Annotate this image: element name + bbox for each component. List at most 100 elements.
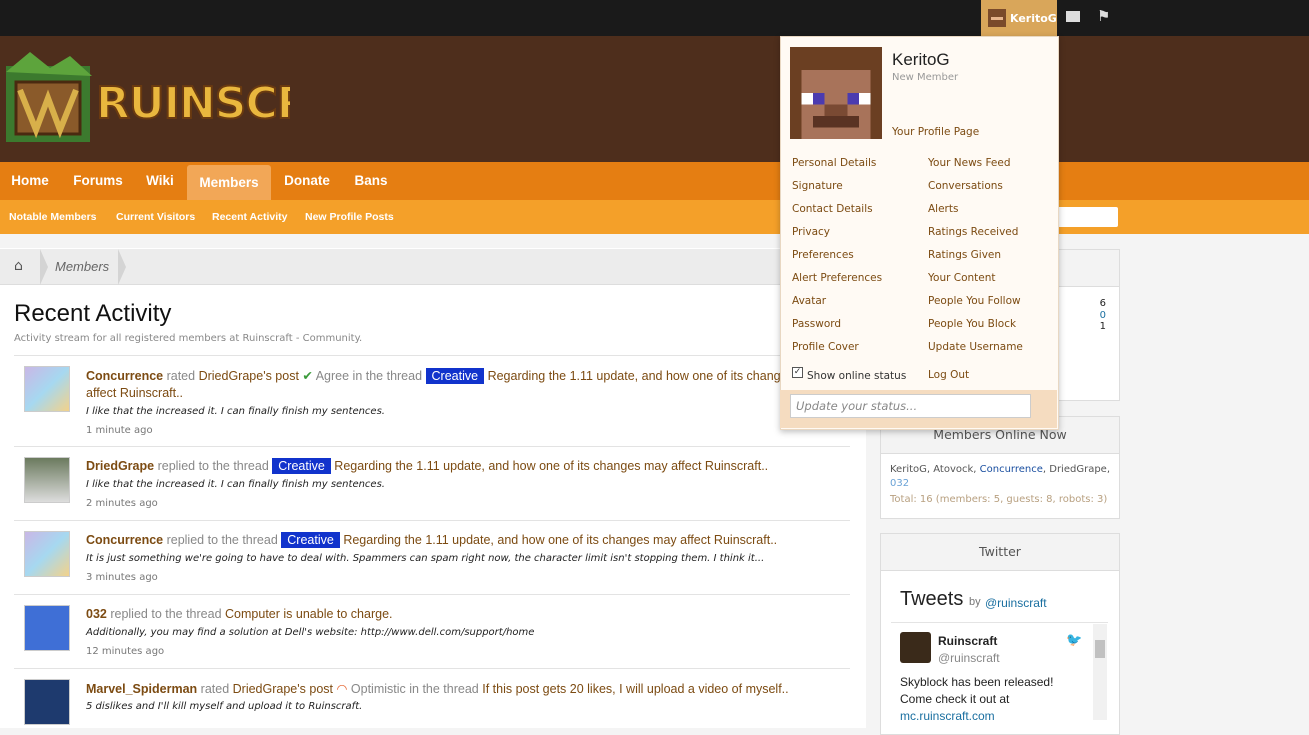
list-item: Concurrence replied to the thread Creati…: [14, 520, 850, 594]
activity-quote: I like that the increased it. I can fina…: [86, 479, 385, 490]
subtab-notable-members[interactable]: Notable Members: [9, 200, 97, 234]
twitter-bird-icon[interactable]: 🐦: [1066, 634, 1082, 647]
twitter-handle[interactable]: @ruinscraft: [985, 596, 1047, 610]
tweet-text: Skyblock has been released!: [900, 675, 1054, 689]
activity-user[interactable]: DriedGrape: [86, 459, 154, 473]
subtab-current-visitors[interactable]: Current Visitors: [116, 200, 195, 234]
activity-user[interactable]: Concurrence: [86, 369, 163, 383]
activity-time[interactable]: 2 minutes ago: [86, 498, 158, 509]
activity-quote: It is just something we're going to have…: [86, 553, 765, 564]
tweet-username[interactable]: @ruinscraft: [938, 651, 1000, 665]
rainbow-icon: ◠: [336, 682, 348, 696]
menu-update-username[interactable]: Update Username: [928, 341, 1023, 353]
avatar[interactable]: [24, 531, 70, 577]
logout-link[interactable]: Log Out: [928, 369, 969, 381]
tweets-title: Tweets: [900, 588, 964, 610]
user-menu-button[interactable]: KeritoG: [981, 0, 1057, 36]
activity-time[interactable]: 3 minutes ago: [86, 572, 158, 583]
check-icon: ✔: [302, 369, 313, 383]
profile-page-link[interactable]: Your Profile Page: [892, 126, 979, 138]
page-description: Activity stream for all registered membe…: [14, 333, 363, 344]
breadcrumb-separator: [118, 249, 126, 285]
thread-prefix[interactable]: Creative: [272, 458, 331, 474]
status-input[interactable]: Update your status...: [790, 394, 1031, 418]
activity-time[interactable]: 1 minute ago: [86, 425, 153, 436]
menu-privacy[interactable]: Privacy: [792, 226, 830, 238]
menu-people-you-block[interactable]: People You Block: [928, 318, 1016, 330]
menu-alert-preferences[interactable]: Alert Preferences: [792, 272, 882, 284]
tab-home[interactable]: Home: [0, 162, 60, 200]
menu-ratings-received[interactable]: Ratings Received: [928, 226, 1018, 238]
main-nav: Home Forums Wiki Members Donate Bans: [0, 162, 1309, 200]
thread-link[interactable]: Computer is unable to charge.: [225, 607, 392, 621]
subtab-new-profile-posts[interactable]: New Profile Posts: [305, 200, 394, 234]
activity-quote: I like that the increased it. I can fina…: [86, 406, 385, 417]
menu-news-feed[interactable]: Your News Feed: [928, 157, 1011, 169]
mail-icon[interactable]: [1066, 11, 1080, 22]
activity-user[interactable]: Concurrence: [86, 533, 163, 547]
members-online-list: KeritoG, Atovock, Concurrence, DriedGrap…: [890, 464, 1111, 489]
tab-bans[interactable]: Bans: [343, 162, 399, 200]
menu-ratings-given[interactable]: Ratings Given: [928, 249, 1001, 261]
subtab-recent-activity[interactable]: Recent Activity: [212, 200, 287, 234]
dropdown-username[interactable]: KeritoG: [892, 50, 950, 70]
breadcrumb-separator: [40, 249, 48, 285]
thread-prefix[interactable]: Creative: [425, 368, 485, 384]
breadcrumb-members[interactable]: Members: [55, 259, 109, 274]
menu-people-you-follow[interactable]: People You Follow: [928, 295, 1021, 307]
thread-prefix[interactable]: Creative: [281, 532, 340, 548]
tweet-avatar[interactable]: [900, 632, 931, 663]
tab-forums[interactable]: Forums: [62, 162, 134, 200]
tweet-author[interactable]: Ruinscraft: [938, 634, 997, 648]
breadcrumb: [0, 249, 866, 285]
site-logo[interactable]: RUINSCRAFT: [0, 46, 290, 146]
activity-user[interactable]: 032: [86, 607, 107, 621]
show-online-label: Show online status: [807, 370, 907, 382]
thread-link[interactable]: Regarding the 1.11 update, and how one o…: [334, 459, 768, 473]
menu-alerts[interactable]: Alerts: [928, 203, 958, 215]
menu-preferences[interactable]: Preferences: [792, 249, 854, 261]
list-item: Marvel_Spiderman rated DriedGrape's post…: [14, 668, 850, 725]
dropdown-avatar[interactable]: [790, 47, 882, 139]
tweet-text: Come check it out at: [900, 692, 1010, 706]
thread-link-cont[interactable]: affect Ruinscraft..: [86, 386, 183, 400]
list-item: Concurrence rated DriedGrape's post ✔ Ag…: [14, 355, 850, 446]
tab-wiki[interactable]: Wiki: [136, 162, 184, 200]
activity-user[interactable]: Marvel_Spiderman: [86, 682, 197, 696]
show-online-checkbox[interactable]: ✓: [792, 367, 803, 378]
tab-members[interactable]: Members: [187, 165, 271, 200]
thread-link[interactable]: Regarding the 1.11 update, and how one o…: [343, 533, 777, 547]
avatar[interactable]: [24, 457, 70, 503]
thread-link[interactable]: Regarding the 1.11 update, and how one o…: [488, 369, 821, 383]
flag-icon[interactable]: ⚑: [1097, 9, 1112, 24]
menu-personal-details[interactable]: Personal Details: [792, 157, 876, 169]
list-item: 032 replied to the thread Computer is un…: [14, 594, 850, 668]
activity-quote: 5 dislikes and I'll kill myself and uplo…: [86, 701, 363, 712]
menu-contact-details[interactable]: Contact Details: [792, 203, 873, 215]
menu-profile-cover[interactable]: Profile Cover: [792, 341, 859, 353]
logo-text: RUINSCRAFT: [96, 78, 290, 129]
menu-signature[interactable]: Signature: [792, 180, 843, 192]
home-icon[interactable]: ⌂: [14, 259, 28, 273]
avatar[interactable]: [24, 679, 70, 725]
menu-conversations[interactable]: Conversations: [928, 180, 1003, 192]
twitter-header: Twitter: [881, 534, 1119, 571]
dropdown-role: New Member: [892, 72, 959, 83]
thread-link[interactable]: If this post gets 20 likes, I will uploa…: [482, 682, 788, 696]
list-item: DriedGrape replied to the thread Creativ…: [14, 446, 850, 520]
avatar[interactable]: [24, 366, 70, 412]
menu-password[interactable]: Password: [792, 318, 841, 330]
members-online-total: Total: 16 (members: 5, guests: 8, robots…: [890, 494, 1108, 505]
user-avatar: [988, 9, 1006, 27]
scrollbar-thumb[interactable]: [1095, 640, 1105, 658]
menu-your-content[interactable]: Your Content: [928, 272, 996, 284]
top-bar: [0, 0, 1309, 36]
scrollbar[interactable]: [1093, 624, 1107, 720]
page-title: Recent Activity: [14, 300, 172, 327]
stats-values: 6 0 1: [1099, 298, 1106, 332]
avatar[interactable]: [24, 605, 70, 651]
tweet-link[interactable]: mc.ruinscraft.com: [900, 709, 995, 723]
menu-avatar[interactable]: Avatar: [792, 295, 826, 307]
activity-time[interactable]: 12 minutes ago: [86, 646, 164, 657]
tab-donate[interactable]: Donate: [273, 162, 341, 200]
